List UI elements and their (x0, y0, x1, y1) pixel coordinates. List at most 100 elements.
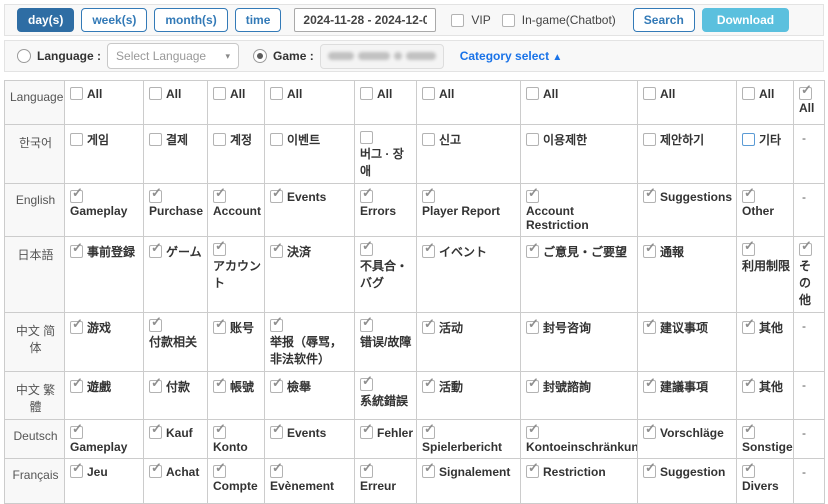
category-label[interactable]: Gameplay (70, 204, 127, 218)
category-checkbox[interactable] (742, 321, 755, 334)
category-label[interactable]: Purchase (149, 204, 203, 218)
category-checkbox[interactable] (526, 321, 539, 334)
select-all-label[interactable]: All (87, 87, 102, 101)
category-label[interactable]: 付款相关 (149, 333, 197, 350)
category-label[interactable]: 기타 (759, 131, 781, 148)
category-checkbox[interactable] (149, 245, 162, 258)
category-label[interactable]: 利用制限 (742, 257, 790, 274)
category-label[interactable]: 遊戲 (87, 378, 111, 395)
category-checkbox[interactable] (360, 190, 373, 203)
category-checkbox[interactable] (643, 380, 656, 393)
select-all-label[interactable]: All (799, 101, 814, 115)
category-label[interactable]: その他 (799, 257, 821, 308)
category-checkbox[interactable] (70, 133, 83, 146)
category-label[interactable]: Konto (213, 440, 248, 454)
category-label[interactable]: Restriction (543, 465, 606, 479)
category-checkbox[interactable] (213, 321, 226, 334)
category-checkbox[interactable] (149, 319, 162, 332)
select-all-checkbox[interactable] (213, 87, 226, 100)
select-all-checkbox[interactable] (422, 87, 435, 100)
category-checkbox[interactable] (742, 243, 755, 256)
select-all-label[interactable]: All (230, 87, 245, 101)
category-label[interactable]: Errors (360, 204, 396, 218)
category-label[interactable]: 檢舉 (287, 378, 311, 395)
category-label[interactable]: Events (287, 426, 326, 440)
category-checkbox[interactable] (742, 190, 755, 203)
category-label[interactable]: Fehler (377, 426, 413, 440)
category-checkbox[interactable] (526, 190, 539, 203)
category-checkbox[interactable] (526, 465, 539, 478)
category-checkbox[interactable] (270, 245, 283, 258)
category-label[interactable]: Kauf (166, 426, 193, 440)
category-checkbox[interactable] (213, 380, 226, 393)
select-all-label[interactable]: All (543, 87, 558, 101)
category-label[interactable]: Compte (213, 479, 258, 493)
category-checkbox[interactable] (422, 245, 435, 258)
category-label[interactable]: 不具合・バグ (360, 257, 413, 291)
month-range-button[interactable]: month(s) (154, 8, 227, 32)
category-label[interactable]: Events (287, 190, 326, 204)
category-checkbox[interactable] (526, 380, 539, 393)
category-label[interactable]: Sonstiges (742, 440, 790, 454)
category-checkbox[interactable] (149, 190, 162, 203)
category-label[interactable]: 建议事项 (660, 319, 708, 336)
category-label[interactable]: 账号 (230, 319, 254, 336)
category-checkbox[interactable] (422, 380, 435, 393)
category-checkbox[interactable] (742, 380, 755, 393)
category-checkbox[interactable] (742, 465, 755, 478)
week-range-button[interactable]: week(s) (81, 8, 147, 32)
category-label[interactable]: Player Report (422, 204, 500, 218)
category-label[interactable]: 事前登録 (87, 243, 135, 260)
category-checkbox[interactable] (70, 321, 83, 334)
category-checkbox[interactable] (643, 133, 656, 146)
select-all-checkbox[interactable] (742, 87, 755, 100)
category-checkbox[interactable] (360, 319, 373, 332)
category-checkbox[interactable] (643, 465, 656, 478)
category-label[interactable]: 帳號 (230, 378, 254, 395)
search-button[interactable]: Search (633, 8, 695, 32)
category-label[interactable]: ゲーム (166, 243, 202, 260)
category-label[interactable]: 버그 · 장애 (360, 145, 413, 179)
category-checkbox[interactable] (643, 321, 656, 334)
category-checkbox[interactable] (643, 190, 656, 203)
category-label[interactable]: 建議事項 (660, 378, 708, 395)
category-label[interactable]: 活動 (439, 378, 463, 395)
category-checkbox[interactable] (270, 380, 283, 393)
category-label[interactable]: 封号咨询 (543, 319, 591, 336)
category-label[interactable]: 付款 (166, 378, 190, 395)
category-checkbox[interactable] (213, 190, 226, 203)
category-checkbox[interactable] (422, 133, 435, 146)
category-label[interactable]: 게임 (87, 131, 109, 148)
category-checkbox[interactable] (70, 465, 83, 478)
category-label[interactable]: 결제 (166, 131, 188, 148)
category-label[interactable]: Account Restriction (526, 204, 634, 232)
category-label[interactable]: Achat (166, 465, 199, 479)
category-label[interactable]: Jeu (87, 465, 108, 479)
category-label[interactable]: 游戏 (87, 319, 111, 336)
category-label[interactable]: イベント (439, 243, 487, 260)
category-label[interactable]: 계정 (230, 131, 252, 148)
category-checkbox[interactable] (643, 245, 656, 258)
category-label[interactable]: 이벤트 (287, 131, 320, 148)
category-label[interactable]: Suggestion (660, 465, 725, 479)
category-checkbox[interactable] (213, 133, 226, 146)
select-all-checkbox[interactable] (70, 87, 83, 100)
category-label[interactable]: Vorschläge (660, 426, 724, 440)
category-checkbox[interactable] (360, 465, 373, 478)
select-all-checkbox[interactable] (360, 87, 373, 100)
select-all-checkbox[interactable] (270, 87, 283, 100)
category-checkbox[interactable] (213, 465, 226, 478)
category-checkbox[interactable] (270, 133, 283, 146)
category-checkbox[interactable] (70, 190, 83, 203)
select-all-checkbox[interactable] (149, 87, 162, 100)
select-all-label[interactable]: All (166, 87, 181, 101)
category-label[interactable]: 제안하기 (660, 131, 704, 148)
category-label[interactable]: 系統錯誤 (360, 392, 408, 409)
vip-checkbox[interactable] (451, 14, 464, 27)
category-checkbox[interactable] (360, 131, 373, 144)
category-label[interactable]: 封號諮詢 (543, 378, 591, 395)
category-label[interactable]: Kontoeinschränkung (526, 440, 634, 454)
day-range-button[interactable]: day(s) (17, 8, 74, 32)
category-label[interactable]: 신고 (439, 131, 461, 148)
date-range-input[interactable] (294, 8, 436, 32)
